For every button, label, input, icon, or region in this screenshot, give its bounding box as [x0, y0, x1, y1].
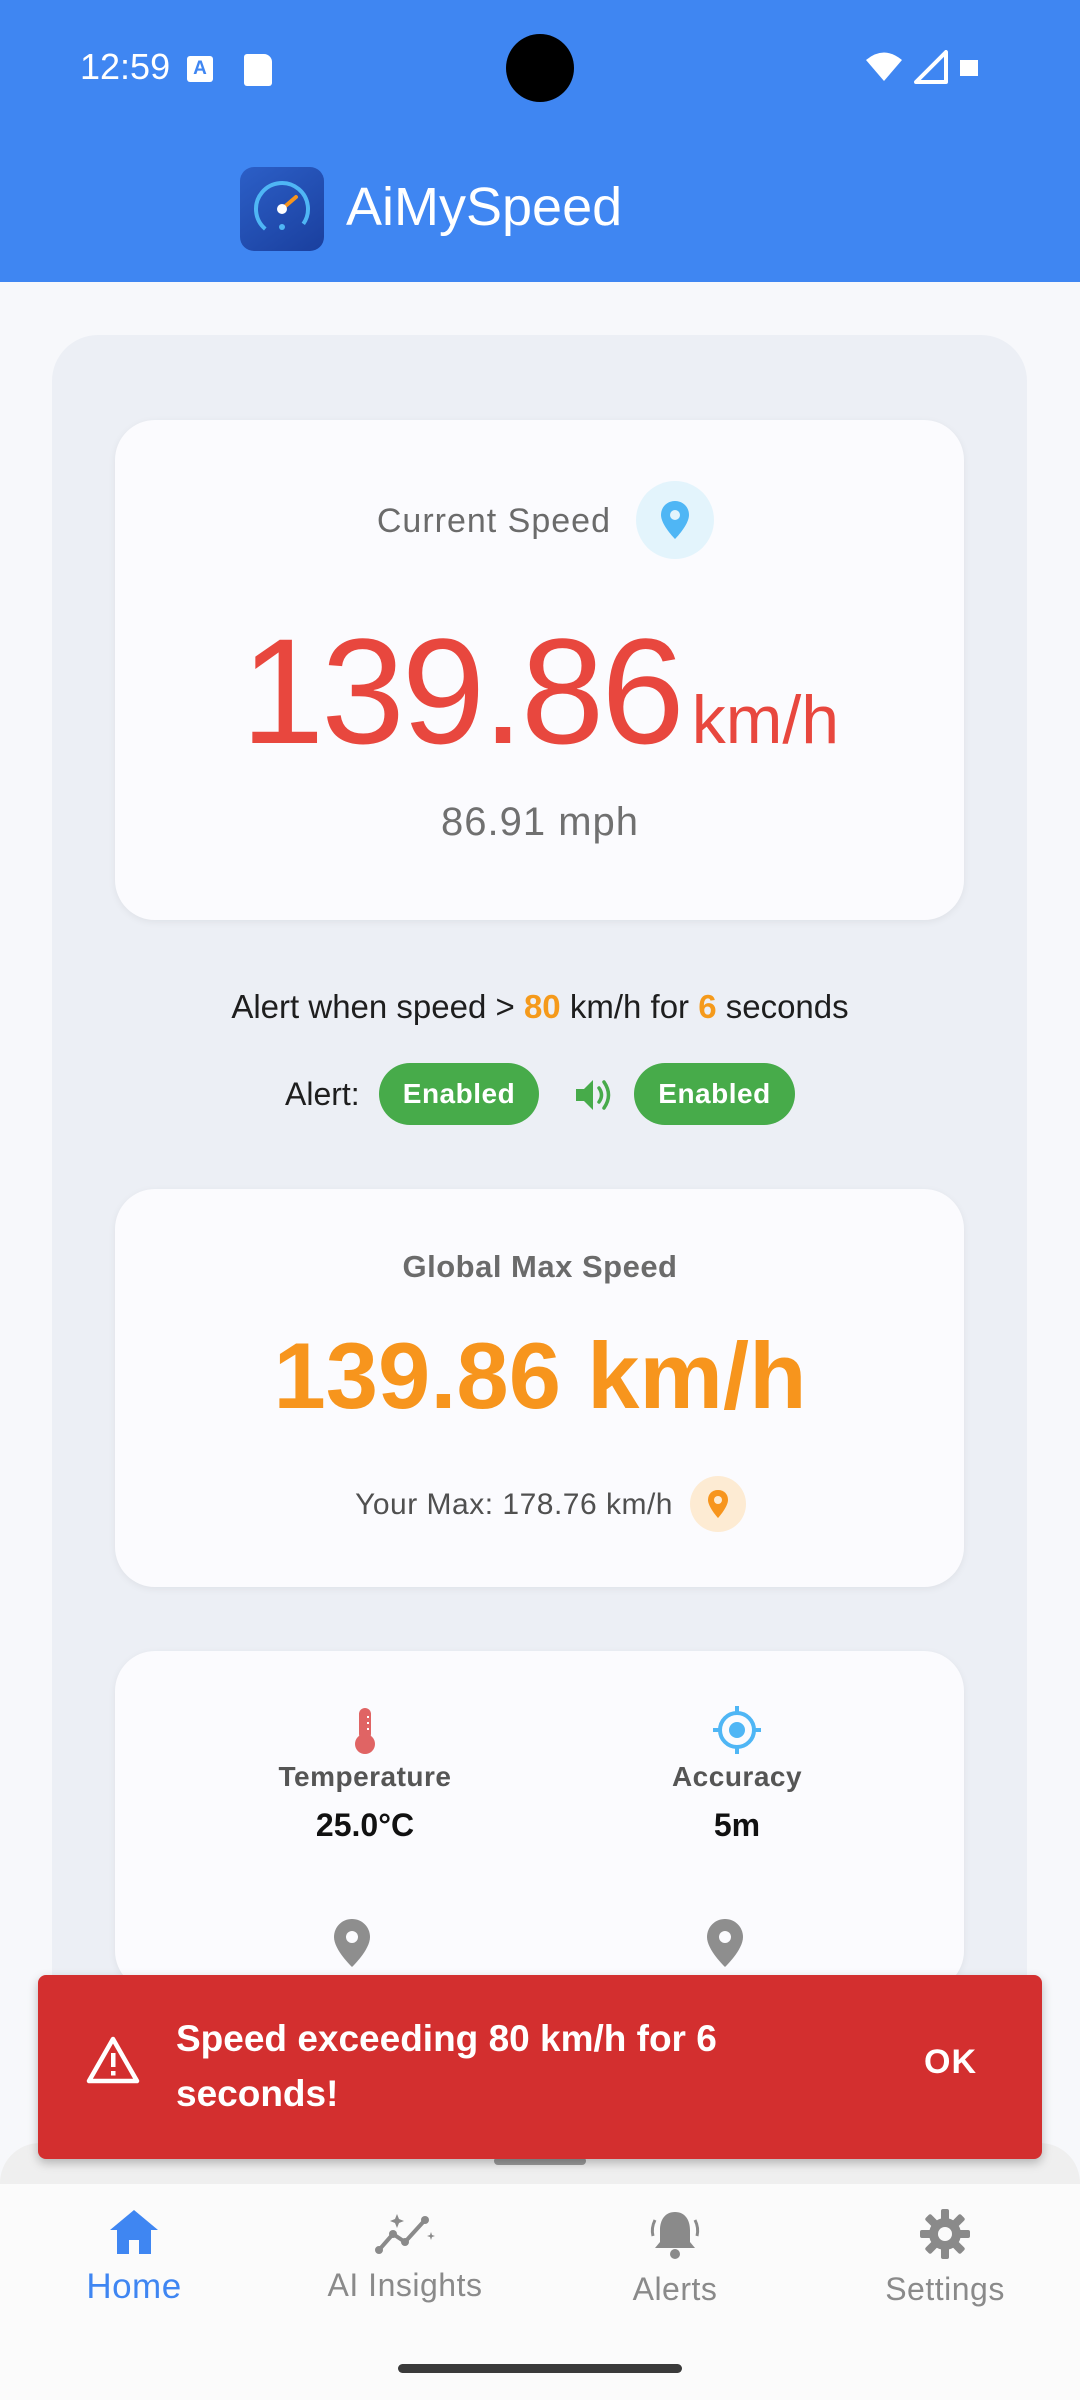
nav-ai-insights[interactable]: AI Insights [305, 2206, 505, 2304]
alert-threshold: 80 [523, 988, 561, 1025]
alert-enabled-toggle[interactable]: Enabled [379, 1063, 539, 1125]
snackbar-message: Speed exceeding 80 km/h for 6 seconds! [176, 2018, 717, 2114]
location-pin-icon [334, 1919, 370, 1967]
current-speed-value: 139.86 km/h [0, 605, 1080, 778]
nav-home-label: Home [86, 2267, 182, 2306]
sound-enabled-toggle[interactable]: Enabled [634, 1063, 795, 1125]
nav-ai-insights-label: AI Insights [327, 2267, 483, 2303]
max-location-pin-icon[interactable] [690, 1476, 746, 1532]
accuracy-block: Accuracy 5m [557, 1704, 917, 1844]
signal-icon [914, 50, 948, 84]
alert-label: Alert: [285, 1076, 360, 1112]
snackbar-ok-button[interactable]: OK [924, 2043, 977, 2082]
location-pin-icon [636, 481, 714, 559]
speed-alert-snackbar: Speed exceeding 80 km/h for 6 seconds! O… [38, 1975, 1042, 2159]
thermometer-icon [355, 1708, 375, 1754]
battery-icon [960, 60, 978, 76]
alert-rule-text: Alert when speed > 80 km/h for 6 seconds [0, 988, 1080, 1026]
insights-icon [375, 2214, 435, 2254]
accuracy-label: Accuracy [671, 1761, 803, 1792]
nav-alerts-label: Alerts [632, 2271, 718, 2307]
global-max-value: 139.86 km/h [273, 1323, 807, 1428]
nav-alerts[interactable]: Alerts [575, 2206, 775, 2308]
app-title: AiMySpeed [346, 177, 623, 237]
current-speed-title: Current Speed [376, 502, 611, 540]
nav-home[interactable]: Home [34, 2206, 234, 2307]
temperature-label: Temperature [278, 1761, 452, 1792]
location-pin-icon [707, 1919, 743, 1967]
camera-cutout [506, 34, 574, 102]
system-status-icons [864, 50, 980, 84]
temperature-value: 25.0°C [315, 1807, 415, 1843]
global-max-title: Global Max Speed [402, 1249, 678, 1284]
alert-duration: 6 [698, 988, 717, 1025]
your-max-speed: Your Max: 178.76 km/h [355, 1488, 673, 1521]
nav-settings-label: Settings [885, 2271, 1005, 2307]
sd-card-icon [244, 54, 272, 86]
speed-mph: 86.91 mph [440, 800, 640, 844]
wifi-icon [866, 52, 902, 81]
alert-prefix: Alert when speed > [231, 988, 524, 1025]
speaker-icon [574, 1076, 614, 1119]
a-icon: A [187, 56, 213, 82]
status-time: 12:59 [80, 46, 171, 87]
home-icon [110, 2210, 158, 2254]
gesture-bar[interactable] [398, 2364, 682, 2373]
gear-icon [920, 2209, 970, 2259]
temperature-block: Temperature 25.0°C [185, 1704, 545, 1844]
speedometer-logo [240, 167, 324, 251]
speed-number: 139.86 [240, 607, 685, 775]
screen: 12:59 A AiMySpeed Current Speed 139.86 k… [0, 0, 1080, 2400]
bell-icon [650, 2212, 700, 2259]
alert-middle: km/h for [560, 988, 699, 1025]
gps-target-icon [713, 1706, 761, 1754]
accuracy-value: 5m [713, 1807, 761, 1843]
app-bar: 12:59 A AiMySpeed [0, 0, 1080, 282]
speed-unit: km/h [691, 682, 840, 758]
warning-icon [86, 2036, 140, 2084]
alert-suffix: seconds [716, 988, 849, 1025]
nav-settings[interactable]: Settings [845, 2206, 1045, 2308]
